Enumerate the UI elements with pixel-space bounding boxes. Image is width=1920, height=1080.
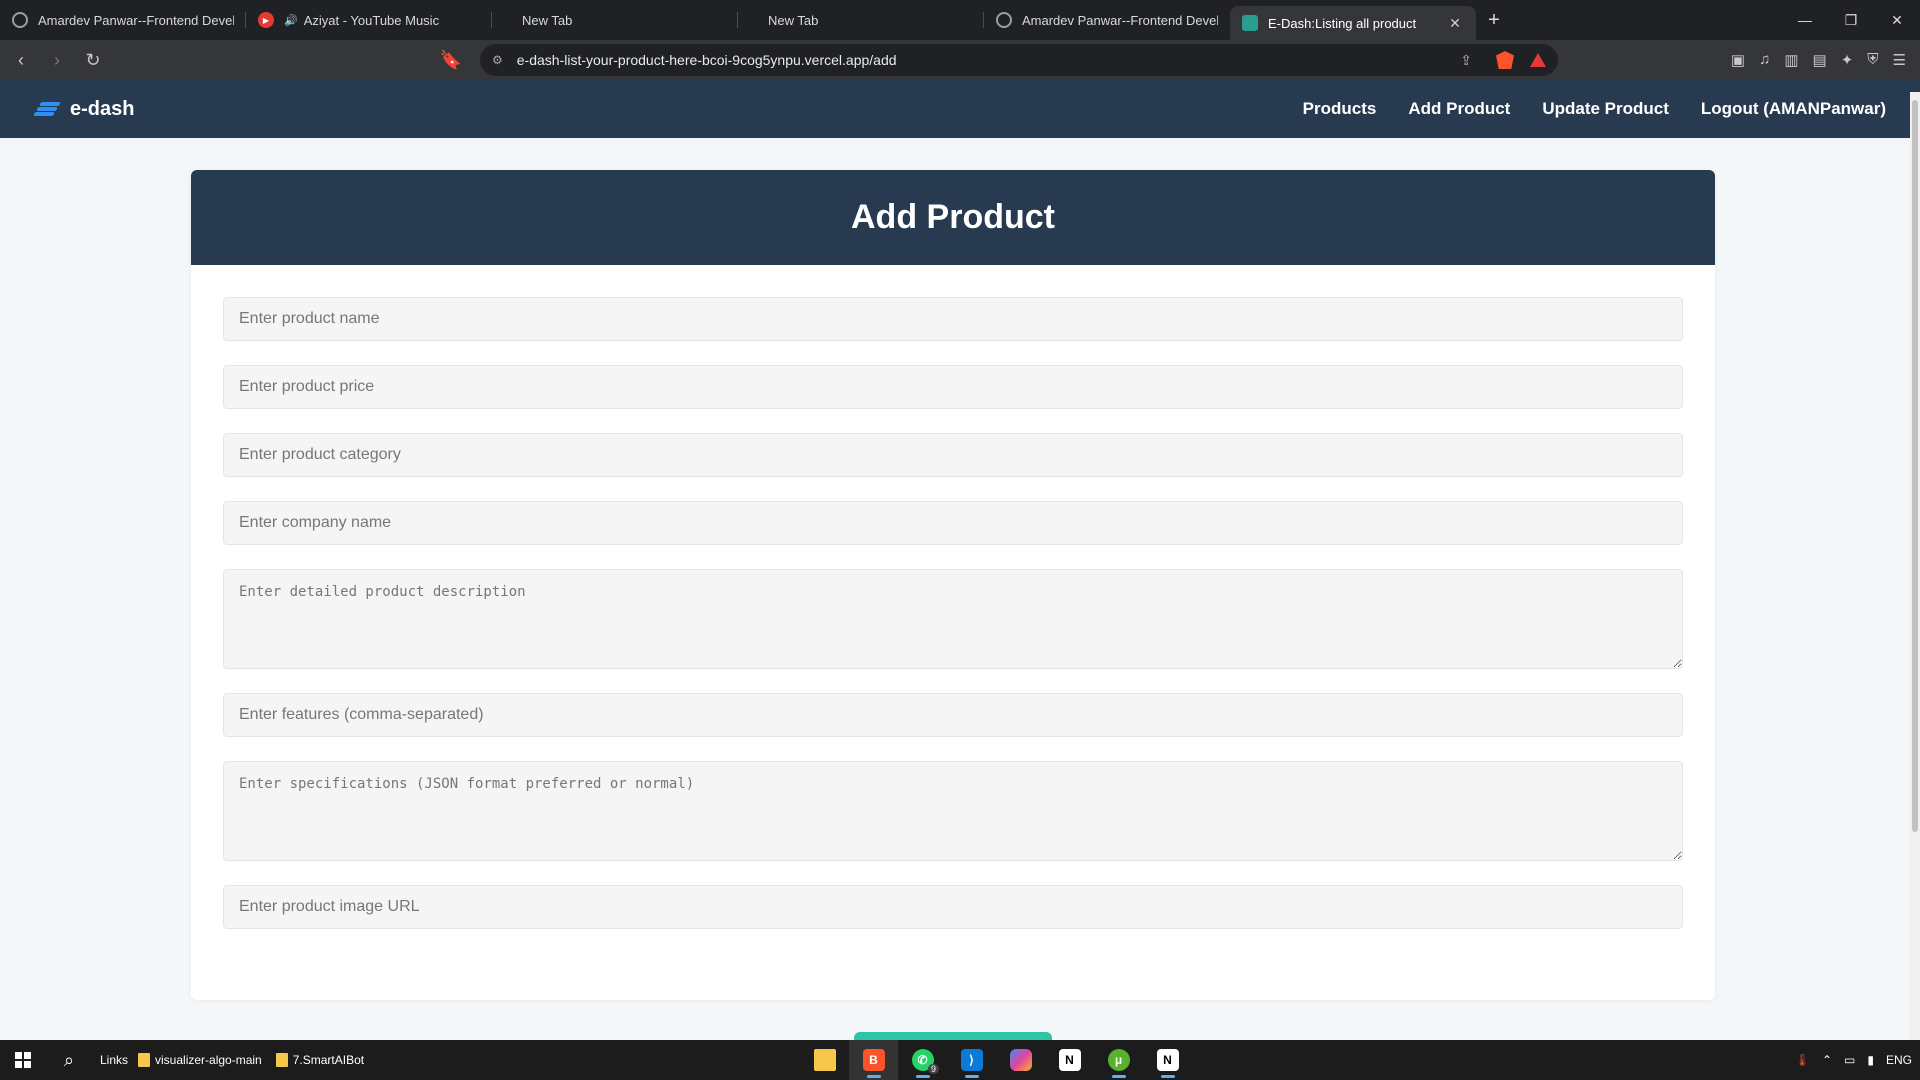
sidebar-icon[interactable]: ▥ (1784, 51, 1798, 69)
browser-tab[interactable]: New Tab (738, 0, 984, 40)
company-name-input[interactable] (223, 501, 1683, 545)
browser-tab[interactable]: Amardev Panwar--Frontend Develop (0, 0, 246, 40)
language-indicator[interactable]: ENG (1886, 1053, 1912, 1067)
brave-browser-icon[interactable]: B (849, 1040, 898, 1080)
site-icon (1242, 15, 1258, 31)
screenshot-icon[interactable]: ▣ (1731, 51, 1745, 69)
product-description-textarea[interactable] (223, 569, 1683, 669)
copilot-icon[interactable] (996, 1040, 1045, 1080)
product-name-input[interactable] (223, 297, 1683, 341)
web-page: e-dash Products Add Product Update Produ… (0, 80, 1920, 1040)
browser-extensions: ▣ ♫ ▥ ▤ ✦ ⛨ ☰ (1731, 51, 1920, 69)
window-controls: — ❐ ✕ (1782, 0, 1920, 40)
folder-icon (138, 1053, 151, 1067)
vpn-icon[interactable]: ⛨ (1867, 51, 1878, 69)
youtube-music-icon: ▶ (258, 12, 274, 28)
tab-title: Aziyat - YouTube Music (303, 12, 440, 28)
product-price-input[interactable] (223, 365, 1683, 409)
image-url-input[interactable] (223, 885, 1683, 929)
notion-icon[interactable]: N (1143, 1040, 1192, 1080)
file-explorer-icon[interactable] (800, 1040, 849, 1080)
utorrent-icon[interactable]: μ (1094, 1040, 1143, 1080)
new-tab-button[interactable]: + (1476, 0, 1512, 40)
add-product-card: Add Product (191, 170, 1715, 1000)
url-text: e-dash-list-your-product-here-bcoi-9cog5… (516, 52, 897, 68)
system-tray: 🌡 ⌃ ▭ ▮ ENG (1795, 1040, 1912, 1080)
page-scrollbar[interactable] (1910, 92, 1920, 1040)
folder-link[interactable]: 7.SmartAIBot (275, 1053, 365, 1067)
app-navbar: e-dash Products Add Product Update Produ… (0, 80, 1920, 138)
add-product-form (191, 265, 1715, 985)
address-bar[interactable]: ⚙ e-dash-list-your-product-here-bcoi-9co… (480, 44, 1558, 76)
speaker-icon[interactable]: 🔊 (284, 14, 298, 27)
forward-icon[interactable]: › (42, 45, 72, 75)
site-settings-icon[interactable]: ⚙ (492, 53, 503, 67)
menu-icon[interactable]: ☰ (1893, 51, 1906, 69)
folder-icon (275, 1053, 288, 1067)
vscode-icon[interactable]: ⟩ (947, 1040, 996, 1080)
links-toolbar-label: Links (100, 1053, 129, 1067)
leo-ai-icon[interactable]: ✦ (1841, 51, 1854, 69)
nav-links: Products Add Product Update Product Logo… (1303, 99, 1886, 119)
temperature-icon[interactable]: 🌡 (1795, 1053, 1810, 1067)
notion-icon[interactable]: N (1045, 1040, 1094, 1080)
back-icon[interactable]: ‹ (6, 45, 36, 75)
scrollbar-thumb[interactable] (1912, 100, 1918, 832)
tab-title: New Tab (522, 12, 573, 28)
tab-title: E-Dash:Listing all product (1268, 15, 1417, 31)
nav-link-logout[interactable]: Logout (AMANPanwar) (1701, 99, 1886, 119)
browser-toolbar: ‹ › ↻ 🔖 ⚙ e-dash-list-your-product-here-… (0, 40, 1920, 80)
logo-text: e-dash (70, 97, 135, 120)
globe-icon (12, 12, 28, 28)
wallet-icon[interactable]: ▤ (1813, 51, 1827, 69)
browser-tab[interactable]: ▶ 🔊 Aziyat - YouTube Music (246, 0, 492, 40)
folder-label: 7.SmartAIBot (292, 1053, 365, 1067)
brave-rewards-icon[interactable] (1530, 53, 1546, 67)
folder-link[interactable]: visualizer-algo-main (138, 1053, 262, 1067)
nav-link-update-product[interactable]: Update Product (1542, 99, 1669, 119)
product-category-input[interactable] (223, 433, 1683, 477)
tab-title: New Tab (768, 12, 819, 28)
logo-icon (33, 102, 61, 116)
windows-start-icon[interactable] (0, 1040, 46, 1080)
browser-tab[interactable]: New Tab (492, 0, 738, 40)
display-icon[interactable]: ▭ (1844, 1053, 1855, 1067)
chevron-up-icon[interactable]: ⌃ (1822, 1053, 1832, 1067)
nav-link-products[interactable]: Products (1303, 99, 1377, 119)
close-tab-icon[interactable]: ✕ (1446, 15, 1464, 32)
submit-button[interactable] (854, 1032, 1052, 1040)
specifications-textarea[interactable] (223, 761, 1683, 861)
search-icon[interactable]: ⌕ (46, 1050, 92, 1071)
media-icon[interactable]: ♫ (1759, 51, 1770, 69)
taskbar-apps: B ✆ 9 ⟩ N μ N (800, 1040, 1192, 1080)
restore-icon[interactable]: ❐ (1828, 0, 1874, 40)
browser-tab-active[interactable]: E-Dash:Listing all product ✕ (1230, 6, 1476, 40)
folder-label: visualizer-algo-main (155, 1053, 262, 1067)
close-window-icon[interactable]: ✕ (1874, 0, 1920, 40)
browser-tab[interactable]: Amardev Panwar--Frontend Develop (984, 0, 1230, 40)
whatsapp-icon[interactable]: ✆ 9 (898, 1040, 947, 1080)
nav-link-add-product[interactable]: Add Product (1408, 99, 1510, 119)
app-logo[interactable]: e-dash (33, 97, 135, 121)
share-icon[interactable]: ⇪ (1460, 52, 1472, 69)
globe-icon (996, 12, 1012, 28)
reload-icon[interactable]: ↻ (78, 45, 108, 75)
tab-title: Amardev Panwar--Frontend Develop (38, 12, 234, 28)
minimize-icon[interactable]: — (1782, 0, 1828, 40)
battery-icon[interactable]: ▮ (1867, 1053, 1874, 1067)
brave-shields-icon[interactable] (1496, 51, 1514, 69)
features-input[interactable] (223, 693, 1683, 737)
whatsapp-badge: 9 (927, 1064, 939, 1074)
windows-taskbar: ⌕ Links visualizer-algo-main 7.SmartAIBo… (0, 1040, 1920, 1080)
bookmark-icon[interactable]: 🔖 (436, 45, 466, 75)
page-title: Add Product (191, 170, 1715, 265)
browser-tab-strip: Amardev Panwar--Frontend Develop ▶ 🔊 Azi… (0, 0, 1920, 40)
tab-title: Amardev Panwar--Frontend Develop (1022, 12, 1218, 28)
